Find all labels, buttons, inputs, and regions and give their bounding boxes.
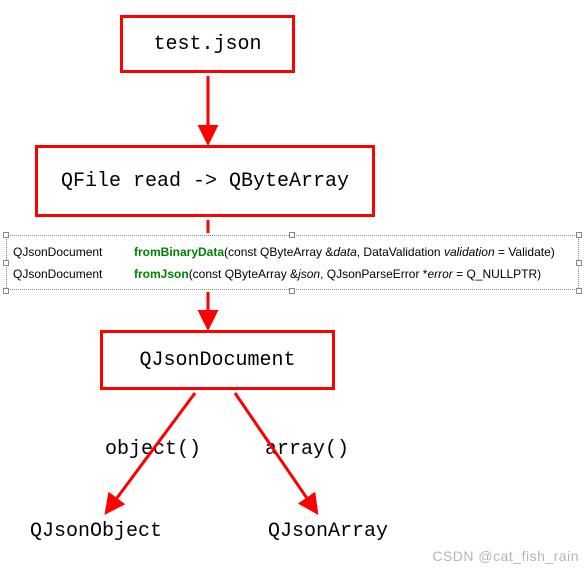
api-method-name: fromJson <box>134 267 189 281</box>
node-qfile: QFile read -> QByteArray <box>35 145 375 217</box>
api-args: (const QByteArray &data, DataValidation … <box>224 245 555 259</box>
selection-handle <box>576 232 582 238</box>
node-qfile-label: QFile read -> QByteArray <box>61 170 349 193</box>
api-return-type: QJsonDocument <box>13 264 118 286</box>
node-qjsonobject: QJsonObject <box>30 520 162 543</box>
node-file-label: test.json <box>153 33 261 56</box>
node-qjsondocument: QJsonDocument <box>100 330 335 390</box>
selection-handle <box>576 260 582 266</box>
api-return-type: QJsonDocument <box>13 242 118 264</box>
api-row-frombinarydata: QJsonDocument fromBinaryData(const QByte… <box>13 242 572 264</box>
selection-handle <box>3 232 9 238</box>
selection-handle <box>576 288 582 294</box>
api-row-fromjson: QJsonDocument fromJson(const QByteArray … <box>13 264 572 286</box>
watermark: CSDN @cat_fish_rain <box>432 548 579 564</box>
api-method-name: fromBinaryData <box>134 245 224 259</box>
node-qjsondocument-label: QJsonDocument <box>139 349 295 372</box>
api-doc-box: QJsonDocument fromBinaryData(const QByte… <box>6 235 579 290</box>
api-args: (const QByteArray &json, QJsonParseError… <box>189 267 541 281</box>
node-qjsonarray: QJsonArray <box>268 520 388 543</box>
selection-handle <box>3 288 9 294</box>
api-signature: fromBinaryData(const QByteArray &data, D… <box>134 242 555 264</box>
node-file: test.json <box>120 15 295 73</box>
selection-handle <box>289 288 295 294</box>
edge-label-array: array() <box>265 438 349 461</box>
selection-handle <box>3 260 9 266</box>
api-signature: fromJson(const QByteArray &json, QJsonPa… <box>134 264 541 286</box>
edge-label-object: object() <box>105 438 201 461</box>
selection-handle <box>289 232 295 238</box>
